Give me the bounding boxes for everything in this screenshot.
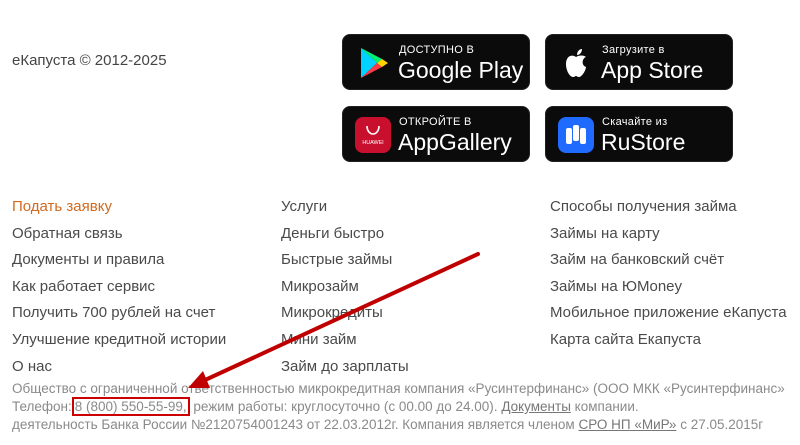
legal-text: Общество с ограниченной ответственностью… <box>12 380 800 434</box>
google-play-badge[interactable]: ДОСТУПНО В Google Play <box>342 34 530 90</box>
footer-links-column-3: Способы получения займа Займы на карту З… <box>550 194 787 354</box>
footer-links-column-1: Подать заявку Обратная связь Документы и… <box>12 194 226 380</box>
phone-number[interactable]: 8 (800) 550-55-99, <box>75 399 187 414</box>
legal-line-1: Общество с ограниченной ответственностью… <box>12 381 785 396</box>
google-play-icon <box>361 48 388 78</box>
badge-small-text: Скачайте из <box>602 116 668 128</box>
footer-link-card-loans[interactable]: Займы на карту <box>550 221 787 248</box>
footer-link-mobile-app[interactable]: Мобильное приложение еКапуста <box>550 300 787 327</box>
legal-line-2: Телефон: 8 (800) 550-55-99, режим работы:… <box>12 397 800 416</box>
copyright-text: еКапуста © 2012-2025 <box>12 52 167 69</box>
legal-line-3: деятельность Банка России №2120754001243… <box>12 416 800 434</box>
footer-link-mini-loan[interactable]: Мини займ <box>281 327 409 354</box>
phone-number-highlight[interactable]: 8 (800) 550-55-99, <box>71 397 190 416</box>
huawei-icon-text: HUAWEI <box>362 140 383 146</box>
badge-small-text: ОТКРОЙТЕ В <box>399 116 472 128</box>
footer-link-about[interactable]: О нас <box>12 354 226 381</box>
badge-store-name: App Store <box>601 57 704 83</box>
footer-link-get-700[interactable]: Получить 700 рублей на счет <box>12 300 226 327</box>
app-store-badge[interactable]: Загрузите в App Store <box>545 34 733 90</box>
company-text: компании. <box>574 399 639 414</box>
footer-link-services[interactable]: Услуги <box>281 194 409 221</box>
rustore-icon <box>558 117 594 153</box>
footer-link-fast-loans[interactable]: Быстрые займы <box>281 247 409 274</box>
footer-link-documents[interactable]: Документы и правила <box>12 247 226 274</box>
footer-link-feedback[interactable]: Обратная связь <box>12 221 226 248</box>
footer-link-payday-loan[interactable]: Займ до зарплаты <box>281 354 409 381</box>
footer-link-apply[interactable]: Подать заявку <box>12 194 226 221</box>
rustore-badge[interactable]: Скачайте из RuStore <box>545 106 733 162</box>
documents-link[interactable]: Документы <box>501 399 571 414</box>
registry-text: деятельность Банка России №2120754001243… <box>12 417 575 432</box>
footer-link-microloan[interactable]: Микрозайм <box>281 274 409 301</box>
footer-link-credit-history[interactable]: Улучшение кредитной истории <box>12 327 226 354</box>
footer-links-column-2: Услуги Деньги быстро Быстрые займы Микро… <box>281 194 409 380</box>
appgallery-badge[interactable]: HUAWEI ОТКРОЙТЕ В AppGallery <box>342 106 530 162</box>
footer-link-fast-money[interactable]: Деньги быстро <box>281 221 409 248</box>
footer-link-loan-methods[interactable]: Способы получения займа <box>550 194 787 221</box>
badge-store-name: AppGallery <box>398 129 512 155</box>
footer-link-microcredits[interactable]: Микрокредиты <box>281 300 409 327</box>
huawei-icon: HUAWEI <box>355 117 391 153</box>
badge-small-text: ДОСТУПНО В <box>399 44 475 56</box>
badge-store-name: RuStore <box>601 129 686 155</box>
working-hours: режим работы: круглосуточно (с 00.00 до … <box>193 399 498 414</box>
footer-link-yumoney-loans[interactable]: Займы на ЮMoney <box>550 274 787 301</box>
phone-label: Телефон: <box>12 399 72 414</box>
footer-link-how-it-works[interactable]: Как работает сервис <box>12 274 226 301</box>
badge-store-name: Google Play <box>398 57 524 83</box>
footer-link-bank-account-loan[interactable]: Займ на банковский счёт <box>550 247 787 274</box>
apple-icon <box>566 49 586 77</box>
footer-link-sitemap[interactable]: Карта сайта Екапуста <box>550 327 787 354</box>
membership-date: с 27.05.2015г <box>680 417 764 432</box>
badge-small-text: Загрузите в <box>602 44 665 56</box>
sro-link[interactable]: СРО НП «МиР» <box>578 417 676 432</box>
